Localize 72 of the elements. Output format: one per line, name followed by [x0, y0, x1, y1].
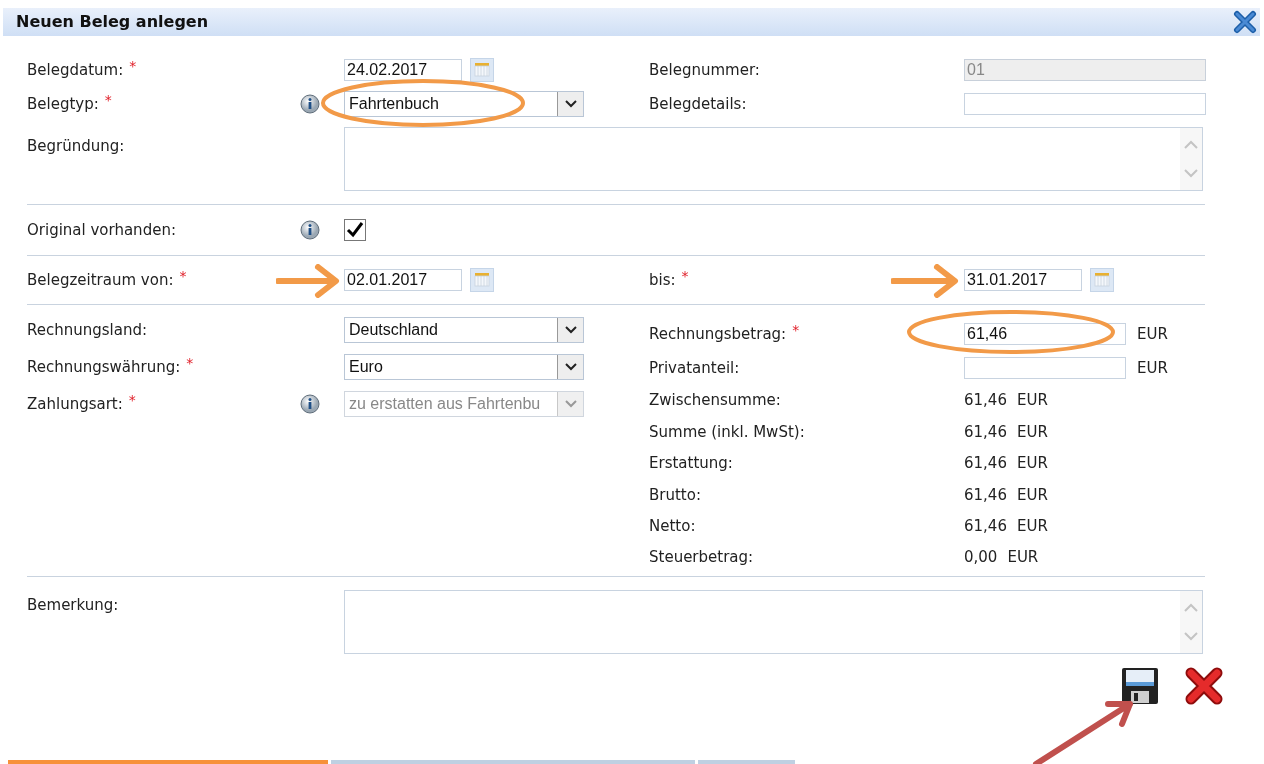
currency-unit: EUR [1016, 421, 1048, 443]
field-label: Belegdatum: [27, 59, 124, 81]
field-label: Rechnungswährung: [27, 356, 181, 378]
required-mark: * [681, 268, 689, 283]
currency-unit: EUR [1137, 323, 1168, 345]
close-icon[interactable] [1233, 10, 1257, 34]
dialog-title: Neuen Beleg anlegen [16, 11, 209, 33]
info-icon[interactable] [300, 94, 320, 114]
text-field[interactable]: 24.02.2017 [344, 59, 462, 81]
cancel-button[interactable] [1185, 667, 1223, 705]
tab-strip[interactable] [698, 760, 795, 764]
currency-unit: EUR [1016, 453, 1048, 475]
amount-value: 0,00 [964, 547, 998, 569]
field-label: Bemerkung: [27, 595, 119, 616]
text-field[interactable]: 31.01.2017 [964, 269, 1082, 291]
currency-unit: EUR [1007, 547, 1039, 569]
arrow [276, 264, 342, 298]
caret-icon [563, 399, 578, 409]
field-label: Begründung: [27, 136, 125, 157]
info-icon[interactable] [300, 220, 320, 240]
currency-unit: EUR [1016, 390, 1048, 412]
amount-value: 61,46 [964, 390, 1007, 412]
text-area[interactable] [344, 127, 1203, 191]
field-label: Zahlungsart: [27, 393, 123, 415]
field-label: Belegnummer: [649, 59, 760, 81]
dropdown[interactable]: Euro [344, 354, 584, 380]
text-field[interactable]: 02.01.2017 [344, 269, 462, 291]
field-label: bis: [649, 269, 676, 291]
text-field[interactable] [964, 93, 1206, 115]
tab-strip[interactable] [331, 760, 695, 764]
amount-value: 61,46 [964, 516, 1007, 537]
currency-unit: EUR [1016, 516, 1048, 537]
arrow [891, 264, 961, 298]
field-label: Netto: [649, 516, 696, 537]
field-label: Belegdetails: [649, 93, 747, 115]
amount-value: 61,46 [964, 453, 1007, 475]
required-mark: * [179, 268, 187, 283]
save-button[interactable] [1121, 667, 1159, 705]
checkbox[interactable] [344, 219, 366, 241]
tab-strip[interactable] [8, 760, 328, 764]
text-field[interactable]: 61,46 [964, 323, 1126, 345]
dropdown[interactable]: Deutschland [344, 317, 584, 343]
currency-unit: EUR [1016, 484, 1048, 506]
caret-icon [563, 99, 578, 109]
calendar-icon[interactable] [470, 58, 494, 82]
field-label: Belegtyp: [27, 93, 99, 115]
text-area[interactable] [344, 590, 1203, 654]
text-field[interactable] [964, 357, 1126, 379]
check-icon [346, 221, 364, 239]
calendar-icon[interactable] [1090, 268, 1114, 292]
field-label: Erstattung: [649, 453, 733, 475]
calendar-icon[interactable] [470, 268, 494, 292]
caret-icon [563, 362, 578, 372]
field-label: Original vorhanden: [27, 219, 176, 241]
required-mark: * [186, 355, 194, 370]
required-mark: * [792, 322, 800, 337]
required-mark: * [129, 58, 137, 73]
field-label: Steuerbetrag: [649, 547, 754, 569]
dropdown[interactable]: Fahrtenbuch [344, 91, 584, 117]
required-mark: * [104, 92, 112, 107]
field-label: Rechnungsland: [27, 319, 148, 341]
caret-icon [563, 325, 578, 335]
currency-unit: EUR [1137, 357, 1168, 379]
field-label: Rechnungsbetrag: [649, 323, 787, 345]
field-label: Zwischensumme: [649, 390, 781, 412]
field-label: Brutto: [649, 484, 701, 506]
required-mark: * [128, 392, 136, 407]
amount-value: 61,46 [964, 484, 1007, 506]
field-label: Summe (inkl. MwSt): [649, 421, 805, 443]
field-label: Privatanteil: [649, 357, 740, 379]
field-label: Belegzeitraum von: [27, 269, 174, 291]
amount-value: 61,46 [964, 421, 1007, 443]
